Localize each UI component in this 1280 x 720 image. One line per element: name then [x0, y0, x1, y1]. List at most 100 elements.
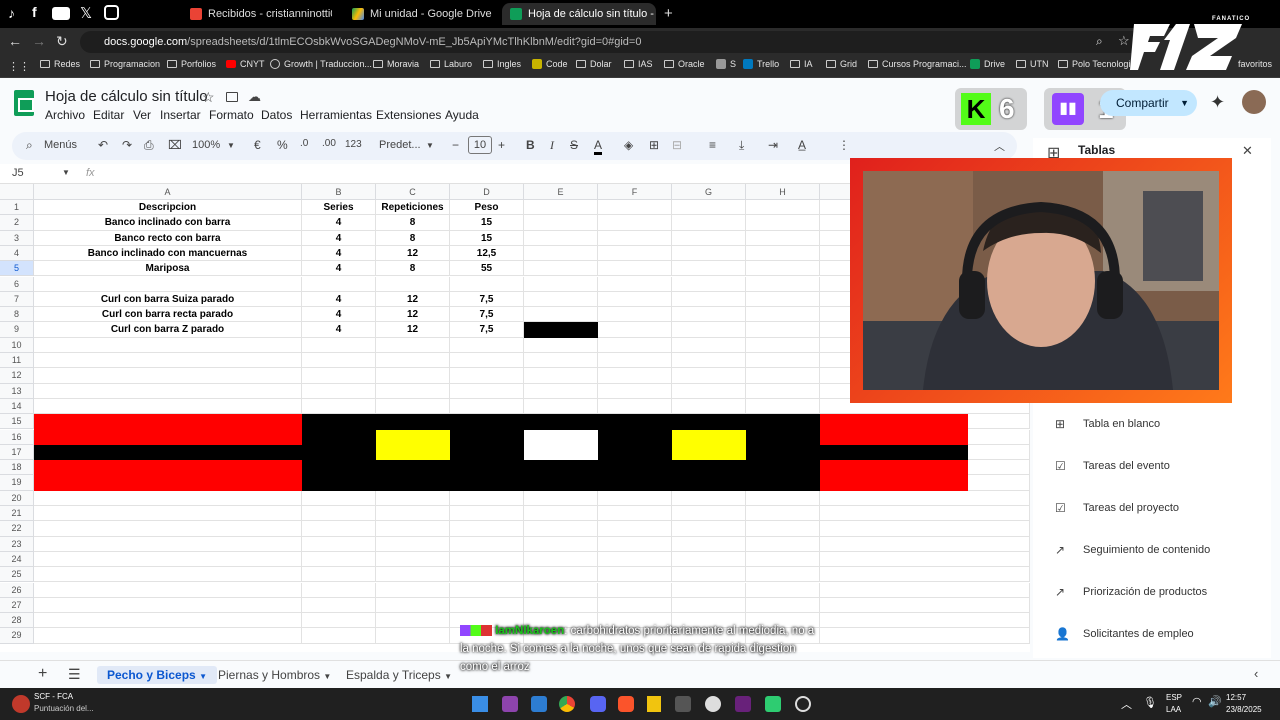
grid-cell[interactable] [598, 383, 672, 399]
all-sheets-icon[interactable]: ☰ [68, 666, 81, 683]
grid-cell[interactable] [820, 628, 1030, 644]
grid-cell[interactable] [302, 628, 376, 644]
grid-cell[interactable] [450, 353, 524, 369]
sheet-tab-pecho[interactable]: Pecho y Biceps ▼ [97, 666, 217, 684]
grid-cell[interactable] [524, 567, 598, 583]
grid-cell[interactable] [598, 506, 672, 522]
grid-cell[interactable] [746, 230, 820, 246]
wifi-icon[interactable]: ◠ [1192, 695, 1202, 708]
grid-cell[interactable] [598, 276, 672, 292]
grid-cell[interactable] [524, 215, 598, 231]
move-folder-icon[interactable] [226, 92, 238, 102]
brave-icon[interactable] [618, 696, 634, 712]
grid-cell[interactable] [746, 215, 820, 231]
grid-cell[interactable] [524, 521, 598, 537]
zoom-select[interactable]: 100% [192, 139, 220, 151]
grid-cell[interactable] [672, 567, 746, 583]
menu-editar[interactable]: Editar [93, 108, 124, 122]
panel-item-content-tracking[interactable]: ↗ Seguimiento de contenido [1055, 544, 1210, 556]
grid-cell[interactable] [598, 230, 672, 246]
grid-cell[interactable] [376, 398, 450, 415]
grid-cell[interactable]: 15 [450, 230, 524, 246]
grid-cell[interactable] [598, 322, 672, 338]
grid-cell[interactable] [820, 506, 1030, 522]
grid-cell[interactable] [302, 521, 376, 537]
grid-cell[interactable] [672, 398, 746, 415]
grid-cell[interactable] [746, 597, 820, 614]
grid-cell[interactable] [376, 490, 450, 506]
address-bar[interactable]: docs.google.com/spreadsheets/d/1tlmECOsb… [80, 31, 1150, 53]
grid-cell[interactable] [376, 551, 450, 568]
decrease-decimal-button[interactable]: .0 [300, 138, 308, 149]
grid-cell[interactable]: 4 [302, 261, 376, 277]
app-icon[interactable] [12, 695, 30, 713]
grid-cell[interactable]: 12,5 [450, 245, 524, 262]
grid-cell[interactable] [524, 490, 598, 506]
row-header[interactable]: 6 [0, 276, 34, 292]
grid-cell[interactable] [302, 353, 376, 369]
tray-chevron-icon[interactable]: ︿ [1121, 696, 1132, 712]
grid-cell[interactable] [450, 521, 524, 537]
grid-cell[interactable] [672, 551, 746, 568]
print-icon[interactable]: ⎙ [144, 138, 154, 153]
bookmark-ia[interactable]: IA [790, 59, 813, 69]
bookmark-ingles[interactable]: Ingles [483, 59, 521, 69]
zoom-icon[interactable]: ⌕ [1096, 34, 1103, 49]
grid-cell[interactable]: 12 [376, 291, 450, 308]
menu-ver[interactable]: Ver [133, 108, 151, 122]
github-icon[interactable] [705, 696, 721, 712]
row-header[interactable]: 26 [0, 582, 34, 598]
grid-cell[interactable] [524, 261, 598, 277]
font-select[interactable]: Predet... [379, 139, 421, 151]
bold-icon[interactable]: B [526, 138, 535, 152]
grid-cell[interactable]: 7,5 [450, 307, 524, 323]
grid-cell[interactable] [672, 230, 746, 246]
grid-cell[interactable] [524, 245, 598, 262]
grid-cell[interactable] [376, 353, 450, 369]
panel-item-event-tasks[interactable]: ☑ Tareas del evento [1055, 460, 1170, 472]
grid-cell[interactable] [598, 307, 672, 323]
grid-cell[interactable] [34, 597, 302, 614]
select-all-corner[interactable] [0, 184, 34, 200]
grid-cell[interactable]: Curl con barra Suiza parado [34, 291, 302, 308]
taskbar-app-icon[interactable] [502, 696, 518, 712]
mic-icon[interactable]: 🎙 [1143, 696, 1157, 709]
grid-cell[interactable] [376, 628, 450, 644]
number-format-button[interactable]: 123 [345, 139, 362, 150]
bookmark-dolar[interactable]: Dolar [576, 59, 612, 69]
grid-cell[interactable] [598, 353, 672, 369]
bookmark-moravia[interactable]: Moravia [373, 59, 419, 69]
sheet-tab-piernas[interactable]: Piernas y Hombros ▼ [208, 666, 341, 684]
bookmark-polo[interactable]: Polo Tecnologico [1058, 59, 1140, 69]
grid-cell[interactable] [746, 337, 820, 353]
document-title[interactable]: Hoja de cálculo sin título [45, 88, 208, 105]
grid-cell[interactable] [598, 291, 672, 308]
grid-cell[interactable] [746, 398, 820, 415]
row-header[interactable]: 12 [0, 368, 34, 384]
bookmark-oracle[interactable]: Oracle [664, 59, 705, 69]
menu-search[interactable]: Menús [44, 139, 77, 151]
grid-cell[interactable] [376, 521, 450, 537]
grid-cell[interactable] [302, 276, 376, 292]
grid-cell[interactable] [598, 521, 672, 537]
grid-cell[interactable] [598, 490, 672, 506]
panel-item-blank[interactable]: ⊞ Tabla en blanco [1055, 418, 1160, 430]
grid-cell[interactable] [746, 353, 820, 369]
text-color-icon[interactable]: A [594, 138, 603, 155]
percent-button[interactable]: % [277, 138, 288, 152]
grid-cell[interactable] [672, 261, 746, 277]
apps-icon[interactable]: ⋮⋮ [8, 60, 30, 73]
grid-cell[interactable] [672, 521, 746, 537]
grid-cell[interactable] [746, 567, 820, 583]
row-header[interactable]: 5 [0, 261, 34, 277]
grid-cell[interactable] [672, 490, 746, 506]
grid-cell[interactable] [598, 536, 672, 552]
row-header[interactable]: 17 [0, 444, 34, 461]
grid-cell[interactable] [524, 582, 598, 598]
grid-cell[interactable]: 12 [376, 307, 450, 323]
column-header[interactable]: C [376, 184, 450, 200]
merge-icon[interactable]: ⊟ [672, 138, 682, 152]
grid-cell[interactable] [450, 551, 524, 568]
grid-cell[interactable] [302, 490, 376, 506]
youtube-icon[interactable] [52, 7, 70, 20]
